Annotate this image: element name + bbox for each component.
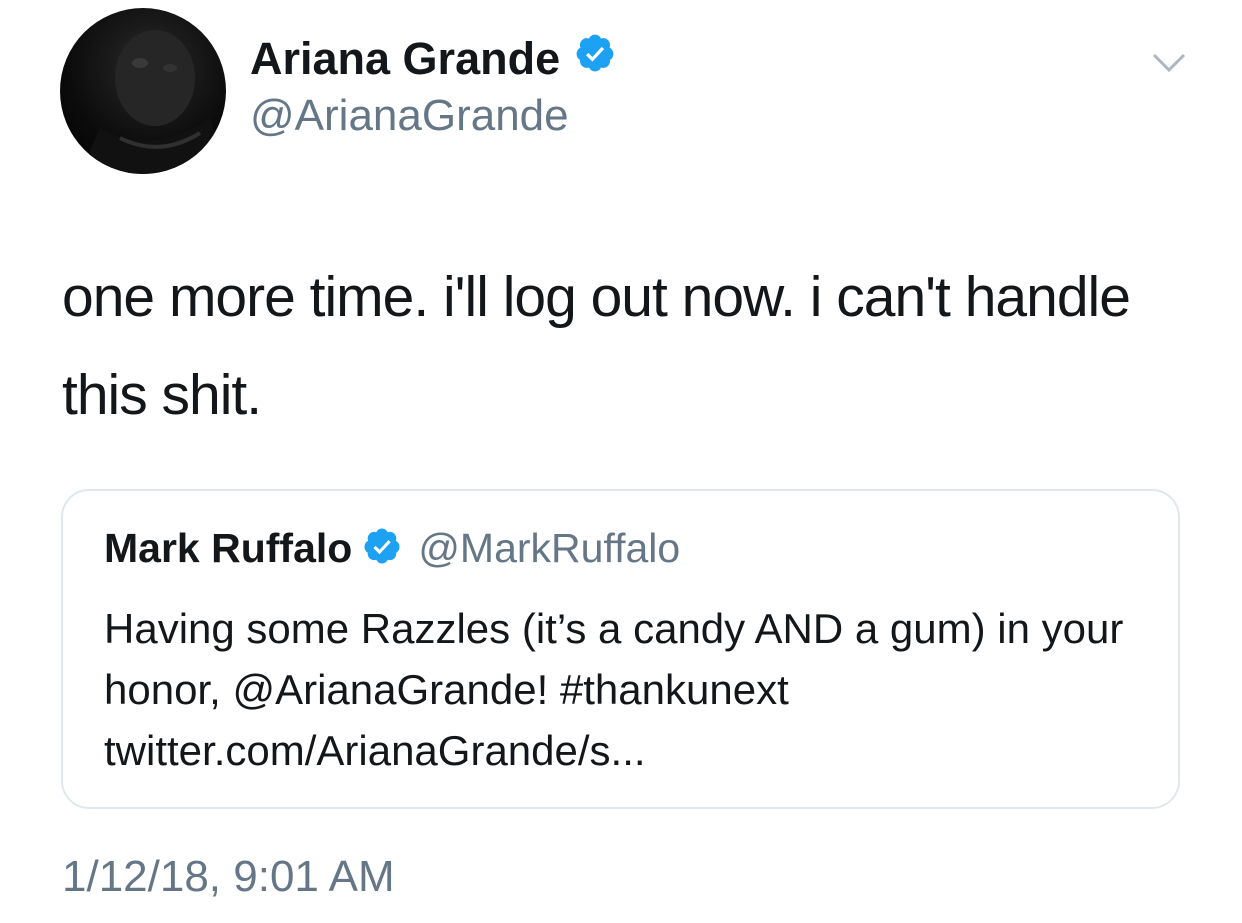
verified-badge-icon — [362, 526, 402, 571]
quoted-tweet-header: Mark Ruffalo @MarkRuffalo — [104, 525, 680, 572]
author-name-row[interactable]: Ariana Grande — [250, 32, 616, 85]
tweet-timestamp[interactable]: 1/12/18, 9:01 AM — [62, 852, 395, 902]
tweet-text: one more time. i'll log out now. i can't… — [62, 265, 1131, 427]
author-handle[interactable]: @ArianaGrande — [250, 91, 569, 141]
chevron-down-icon[interactable] — [1152, 52, 1186, 74]
quoted-author-display-name: Mark Ruffalo — [104, 525, 353, 571]
avatar-photo — [80, 30, 226, 174]
verified-badge-icon — [574, 32, 616, 85]
quoted-author-handle: @MarkRuffalo — [418, 525, 681, 571]
quoted-tweet-card[interactable]: Mark Ruffalo @MarkRuffalo Having some Ra… — [61, 489, 1180, 809]
avatar[interactable] — [60, 8, 226, 174]
quoted-tweet-text: Having some Razzles (it’s a candy AND a … — [104, 605, 1124, 774]
author-display-name[interactable]: Ariana Grande — [250, 33, 560, 85]
